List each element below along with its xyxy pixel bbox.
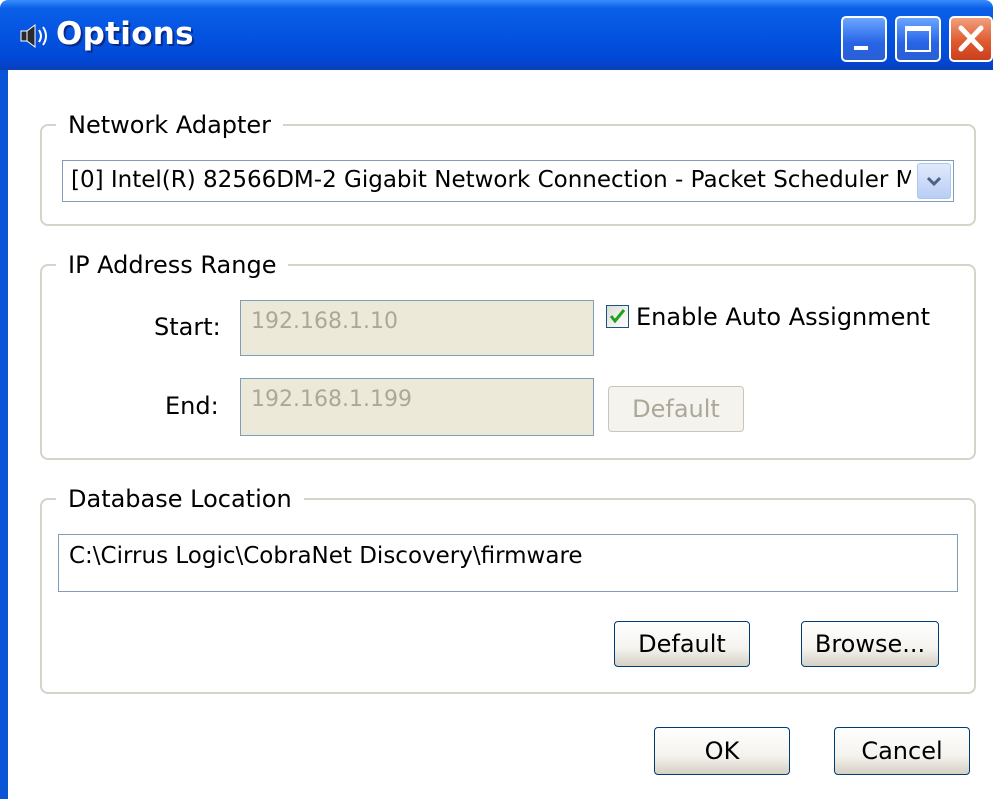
speaker-icon [20, 24, 47, 48]
title-bar[interactable]: Options [0, 0, 993, 70]
cancel-button[interactable]: Cancel [834, 727, 970, 775]
maximize-button[interactable] [895, 16, 941, 62]
network-adapter-label: Network Adapter [56, 111, 284, 139]
database-default-button[interactable]: Default [614, 621, 750, 667]
ip-default-button[interactable]: Default [608, 386, 744, 432]
chevron-down-icon [926, 176, 942, 187]
auto-assign-checkbox[interactable] [606, 305, 629, 328]
database-label: Database Location [56, 485, 304, 513]
network-adapter-value: [0] Intel(R) 82566DM-2 Gigabit Network C… [71, 167, 911, 193]
window-frame [0, 70, 8, 799]
options-dialog: Options Network Adapter [0] Intel(R) 825… [0, 0, 993, 799]
close-button[interactable] [949, 16, 993, 62]
minimize-icon [854, 46, 868, 50]
close-icon [958, 25, 984, 52]
ip-range-label: IP Address Range [56, 251, 289, 279]
dropdown-button[interactable] [917, 163, 951, 199]
start-label: Start: [154, 313, 221, 341]
minimize-button[interactable] [841, 16, 887, 62]
network-adapter-select[interactable]: [0] Intel(R) 82566DM-2 Gigabit Network C… [62, 160, 954, 202]
ok-button[interactable]: OK [654, 727, 790, 775]
auto-assign-label[interactable]: Enable Auto Assignment [636, 303, 930, 331]
end-ip-field[interactable]: 192.168.1.199 [240, 378, 594, 436]
database-path-input[interactable]: C:\Cirrus Logic\CobraNet Discovery\firmw… [58, 534, 958, 592]
browse-button[interactable]: Browse... [801, 621, 939, 667]
start-ip-field[interactable]: 192.168.1.10 [240, 300, 594, 356]
check-icon [609, 309, 626, 324]
window-title: Options [56, 16, 194, 52]
maximize-icon [905, 26, 931, 52]
end-label: End: [165, 392, 219, 420]
